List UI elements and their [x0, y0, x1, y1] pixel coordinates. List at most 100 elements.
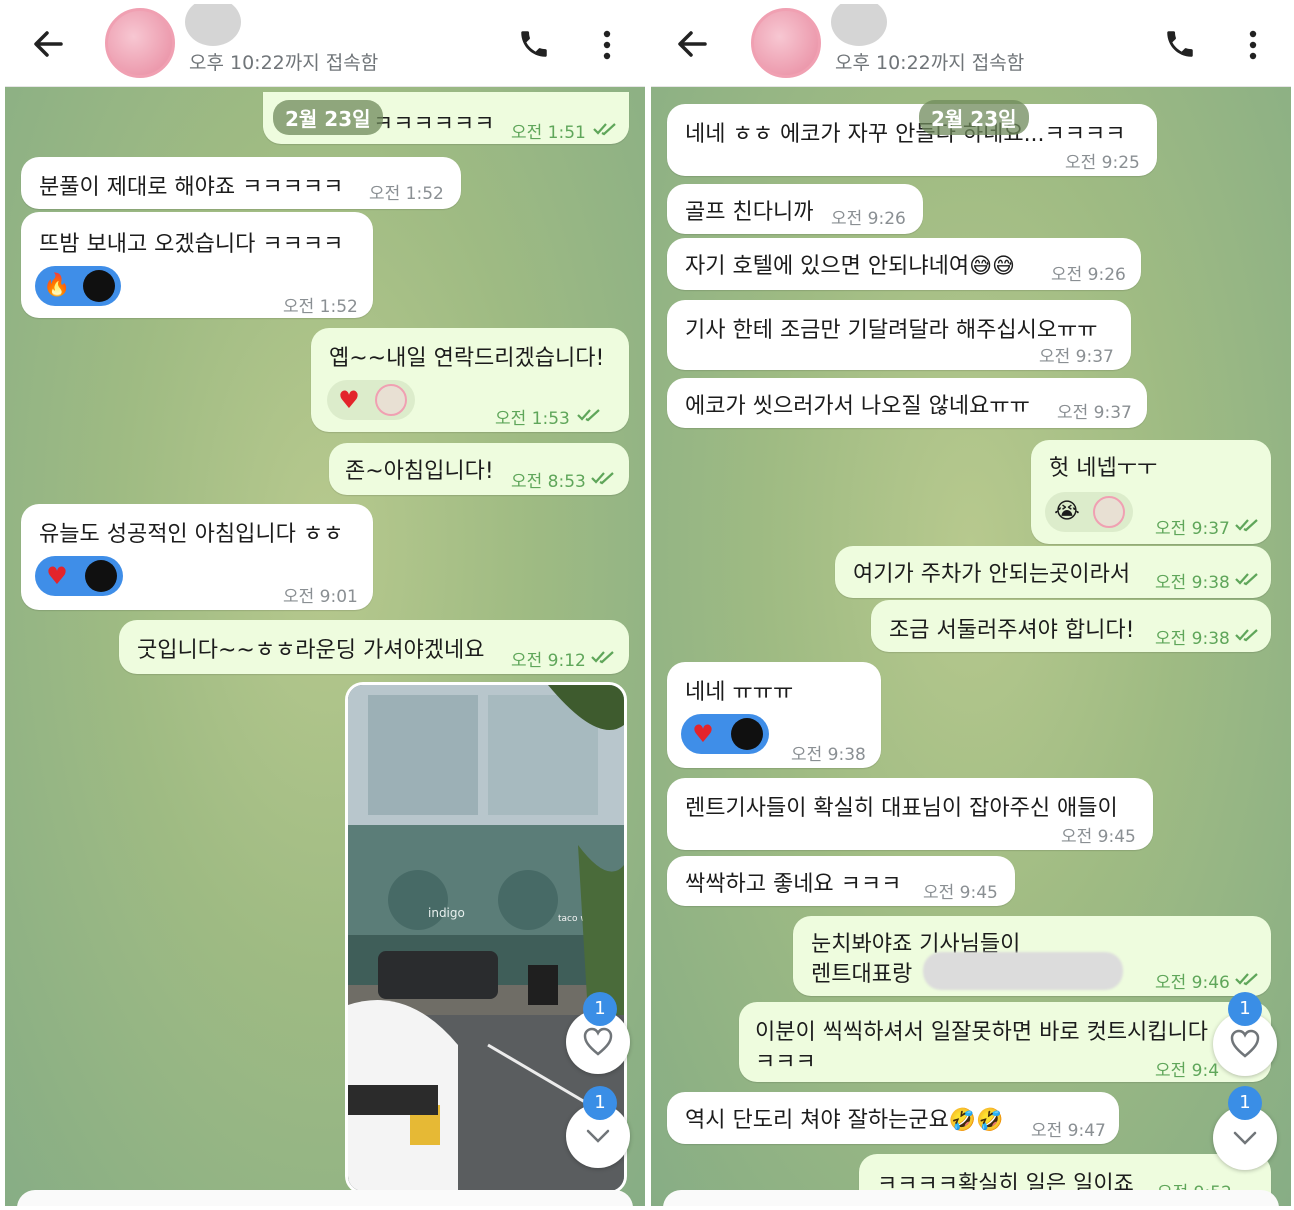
message-bubble[interactable]: 기사 한테 조금만 기달려달라 해주십시오ㅠㅠ 오전 9:37 [667, 300, 1131, 370]
message-time: 오전 9:4 [1155, 1061, 1220, 1081]
read-checkmarks-icon [1235, 973, 1258, 986]
message-text: 헛 네넵ㅜㅜ [1049, 456, 1158, 481]
unread-badge: 1 [583, 1086, 617, 1120]
chevron-down-icon [586, 1129, 610, 1143]
back-arrow-icon[interactable] [675, 24, 709, 64]
last-seen-status: 오후 10:22까지 접속함 [835, 52, 1025, 74]
message-input-bar[interactable] [663, 1190, 1279, 1206]
message-text: 네네 ㅎㅎ 에코가 자꾸 안들다 하네요...ㅋㅋㅋㅋ [685, 122, 1126, 147]
message-bubble[interactable]: 이분이 씩씩하셔서 일잘못하면 바로 컷트시킵니다 ㅋㅋㅋ 오전 9:4 [739, 1002, 1271, 1082]
message-bubble[interactable]: 분풀이 제대로 해야죠 ㅋㅋㅋㅋㅋ 오전 1:52 [21, 157, 461, 209]
message-text: 조금 서둘러주셔야 합니다! [889, 618, 1135, 643]
heart-reaction-icon: ♥ [338, 386, 360, 414]
message-time: 오전 9:26 [1051, 265, 1126, 285]
crying-reaction-icon: 😭 [1054, 499, 1080, 524]
reaction-avatar [375, 384, 407, 416]
message-bubble[interactable]: 조금 서둘러주셔야 합니다! 오전 9:38 [871, 600, 1271, 652]
more-options-icon[interactable] [1245, 28, 1261, 62]
heart-outline-icon [583, 1027, 613, 1056]
message-bubble[interactable]: 뜨밤 보내고 오겠습니다 ㅋㅋㅋㅋ 🔥 오전 1:52 [21, 212, 373, 318]
message-time: 오전 9:45 [1061, 827, 1136, 847]
read-checkmarks-icon [591, 472, 614, 485]
message-time: 오전 9:12 [511, 651, 586, 671]
message-time: 오전 9:38 [1155, 573, 1230, 593]
message-text: 렌트기사들이 확실히 대표님이 잡아주신 애들이 [685, 796, 1118, 821]
chat-panel-right: 오후 10:22까지 접속함 네네 ㅎㅎ 에코가 자꾸 안들다 하네요...ㅋㅋ… [651, 4, 1291, 1206]
phone-icon[interactable] [517, 26, 551, 62]
heart-outline-icon [1230, 1029, 1260, 1058]
message-time: 오전 9:37 [1039, 347, 1114, 367]
read-checkmarks-icon [1235, 629, 1258, 642]
message-text: 옙~~내일 연락드리겠습니다! [329, 346, 605, 371]
message-bubble[interactable]: 네네 ㅎㅎ 에코가 자꾸 안들다 하네요...ㅋㅋㅋㅋ 오전 9:25 [667, 104, 1157, 176]
message-bubble[interactable]: 네네 ㅠㅠㅠ ♥ 오전 9:38 [667, 662, 881, 768]
message-bubble[interactable]: 자기 호텔에 있으면 안되냐네여😅😅 오전 9:26 [667, 238, 1141, 290]
fire-reaction-icon: 🔥 [43, 273, 71, 298]
message-input-bar[interactable] [17, 1190, 633, 1206]
message-time: 오전 1:53 [495, 409, 570, 429]
message-text: ㅋㅋㅋㅋㅋㅋ [373, 112, 495, 137]
back-arrow-icon[interactable] [31, 24, 65, 64]
reactions[interactable]: ♥ [35, 556, 123, 596]
message-text-line2: ㅋㅋㅋ [755, 1050, 816, 1075]
message-bubble[interactable]: 존~아침입니다! 오전 8:53 [329, 443, 629, 495]
read-checkmarks-icon [577, 409, 600, 422]
message-bubble[interactable]: 렌트기사들이 확실히 대표님이 잡아주신 애들이 오전 9:45 [667, 778, 1153, 850]
message-bubble[interactable]: 옙~~내일 연락드리겠습니다! ♥ 오전 1:53 [311, 328, 629, 432]
message-text: 유늘도 성공적인 아침입니다 ㅎㅎ [39, 522, 344, 547]
message-text: 여기가 주차가 안되는곳이라서 [853, 562, 1131, 587]
message-time: 오전 9:38 [791, 745, 866, 765]
reaction-avatar [1093, 496, 1125, 528]
read-checkmarks-icon [1235, 573, 1258, 586]
message-text: 굿입니다~~ㅎㅎ라운딩 가셔야겠네요 [137, 638, 485, 663]
message-text-line2: 렌트대표랑 [811, 962, 913, 987]
message-time: 오전 9:47 [1031, 1121, 1106, 1141]
message-time: 오전 9:37 [1155, 519, 1230, 539]
message-bubble[interactable]: 눈치봐야죠 기사님들이 렌트대표랑 오전 9:46 [793, 916, 1271, 996]
hotel-sign: indigo [428, 906, 465, 920]
reactions[interactable]: ♥ [327, 380, 415, 420]
heart-reaction-icon: ♥ [46, 562, 68, 590]
message-bubble[interactable]: 여기가 주차가 안되는곳이라서 오전 9:38 [835, 546, 1271, 598]
chat-header: 오후 10:22까지 접속함 [651, 4, 1291, 87]
chevron-down-icon [1233, 1131, 1257, 1145]
reactions[interactable]: 😭 [1045, 492, 1133, 532]
reactions[interactable]: ♥ [681, 714, 769, 754]
message-time: 오전 9:45 [923, 883, 998, 903]
message-text: 에코가 씻으러가서 나오질 않네요ㅠㅠ [685, 394, 1030, 419]
message-text: 싹싹하고 좋네요 ㅋㅋㅋ [685, 872, 902, 897]
message-bubble[interactable]: 에코가 씻으러가서 나오질 않네요ㅠㅠ 오전 9:37 [667, 378, 1147, 428]
phone-icon[interactable] [1163, 26, 1197, 62]
chat-panel-left: 오후 10:22까지 접속함 ㅋㅋㅋㅋㅋㅋ 오전 1:51 2월 23일 분풀이… [5, 4, 645, 1206]
reactions[interactable]: 🔥 [35, 266, 121, 306]
reaction-avatar-logo [83, 270, 115, 302]
read-checkmarks-icon [1235, 519, 1258, 532]
message-bubble[interactable]: 헛 네넵ㅜㅜ 😭 오전 9:37 [1031, 440, 1271, 544]
message-bubble[interactable]: 싹싹하고 좋네요 ㅋㅋㅋ 오전 9:45 [667, 856, 1015, 906]
chat-header: 오후 10:22까지 접속함 [5, 4, 645, 87]
unread-badge: 1 [1228, 992, 1262, 1026]
date-separator: 2월 23일 [919, 100, 1029, 135]
message-bubble[interactable]: 유늘도 성공적인 아침입니다 ㅎㅎ ♥ 오전 9:01 [21, 504, 373, 610]
message-time: 오전 9:25 [1065, 153, 1140, 173]
contact-name-blurred [185, 4, 241, 46]
message-time: 오전 1:51 [511, 123, 586, 143]
unread-badge: 1 [583, 992, 617, 1026]
message-time: 오전 9:01 [283, 587, 358, 607]
more-options-icon[interactable] [599, 28, 615, 62]
message-time: 오전 8:53 [511, 472, 586, 492]
message-bubble[interactable]: 역시 단도리 쳐야 잘하는군요🤣🤣 오전 9:47 [667, 1092, 1119, 1144]
message-text: 이분이 씩씩하셔서 일잘못하면 바로 컷트시킵니다 [755, 1020, 1209, 1045]
avatar[interactable] [751, 8, 821, 78]
contact-name-blurred [831, 4, 887, 46]
message-text: 역시 단도리 쳐야 잘하는군요🤣🤣 [685, 1108, 1004, 1133]
message-time: 오전 1:52 [283, 297, 358, 317]
message-time: 오전 1:52 [369, 184, 444, 204]
message-bubble[interactable]: 굿입니다~~ㅎㅎ라운딩 가셔야겠네요 오전 9:12 [119, 620, 629, 674]
read-checkmarks-icon [591, 651, 614, 664]
heart-reaction-icon: ♥ [692, 720, 714, 748]
message-bubble[interactable]: 골프 친다니까 오전 9:26 [667, 184, 923, 234]
message-time: 오전 9:38 [1155, 629, 1230, 649]
avatar[interactable] [105, 8, 175, 78]
message-text: 네네 ㅠㅠㅠ [685, 680, 794, 705]
